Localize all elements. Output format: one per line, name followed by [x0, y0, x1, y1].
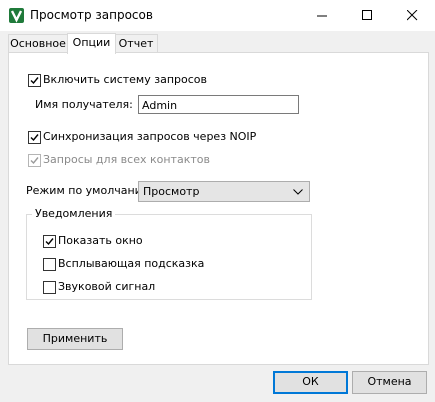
show-window-checkbox[interactable]: [43, 235, 56, 248]
window-title: Просмотр запросов: [30, 8, 153, 22]
all-contacts-checkbox: [28, 154, 41, 167]
check-icon: [30, 134, 39, 142]
all-contacts-label: Запросы для всех контактов: [43, 153, 210, 166]
enable-system-label: Включить систему запросов: [43, 73, 207, 86]
sync-noip-label: Синхронизация запросов через NOIP: [43, 130, 257, 143]
default-mode-select[interactable]: Просмотр: [138, 181, 310, 202]
default-mode-value: Просмотр: [143, 185, 200, 198]
check-icon: [30, 157, 39, 165]
maximize-icon: [362, 10, 372, 20]
check-icon: [30, 77, 39, 85]
notifications-group-title: Уведомления: [32, 207, 116, 220]
show-window-label: Показать окно: [58, 234, 143, 247]
minimize-button[interactable]: [300, 0, 345, 30]
options-panel: Включить систему запросов Имя получателя…: [8, 52, 429, 365]
tab-report[interactable]: Отчет: [114, 34, 158, 53]
tab-options[interactable]: Опции: [67, 33, 116, 54]
sync-noip-checkbox[interactable]: [28, 131, 41, 144]
cancel-button[interactable]: Отмена: [352, 371, 427, 394]
close-icon: [407, 10, 418, 21]
chevron-down-icon: [293, 189, 303, 195]
app-icon: [8, 7, 25, 24]
sound-label: Звуковой сигнал: [58, 280, 156, 293]
tab-general[interactable]: Основное: [8, 34, 68, 53]
ok-button[interactable]: ОК: [273, 371, 348, 394]
close-button[interactable]: [390, 0, 435, 30]
title-bar: Просмотр запросов: [0, 0, 435, 31]
default-mode-label: Режим по умолчанию:: [26, 184, 155, 197]
tooltip-checkbox[interactable]: [43, 258, 56, 271]
recipient-input[interactable]: Admin: [138, 95, 299, 114]
enable-system-checkbox[interactable]: [28, 74, 41, 87]
recipient-label: Имя получателя:: [35, 98, 133, 111]
maximize-button[interactable]: [345, 0, 390, 30]
tooltip-label: Всплывающая подсказка: [58, 257, 205, 270]
minimize-icon: [317, 15, 327, 17]
check-icon: [45, 238, 54, 246]
apply-button[interactable]: Применить: [27, 328, 123, 350]
sound-checkbox[interactable]: [43, 281, 56, 294]
